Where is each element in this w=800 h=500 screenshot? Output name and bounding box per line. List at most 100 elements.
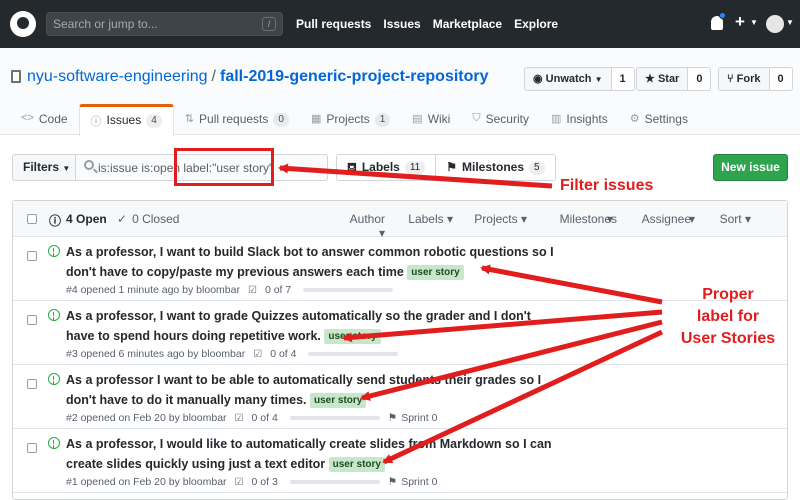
checklist-icon: ☑: [253, 348, 263, 360]
watch-group: ◉ Unwatch ▼ 1: [524, 67, 635, 91]
menu-label: Author: [349, 212, 385, 226]
annotation-line: User Stories: [680, 330, 776, 347]
star-button[interactable]: ★ Star: [636, 67, 689, 91]
repo-separator: /: [211, 68, 216, 85]
tab-issues[interactable]: ⓘ Issues 4: [78, 104, 174, 136]
issue-title-text[interactable]: As a professor, I would like to automati…: [66, 437, 552, 471]
search-input[interactable]: [53, 17, 253, 31]
tab-count: 1: [374, 113, 391, 127]
task-progress-bar: [289, 416, 380, 420]
issue-label-badge[interactable]: user story: [310, 393, 367, 408]
star-label: Star: [657, 73, 680, 85]
issue-title-text[interactable]: As a professor I want to be able to auto…: [66, 373, 541, 407]
issue-meta-text: #2 opened on Feb 20 by bloombar: [66, 412, 227, 424]
menu-label: Labels: [408, 212, 444, 226]
search-shortcut-key: /: [262, 17, 276, 31]
issue-milestone[interactable]: ⚑ Sprint 0: [388, 412, 438, 424]
tab-projects[interactable]: ▦ Projects 1: [300, 104, 401, 135]
repo-owner-link[interactable]: nyu-software-engineering: [27, 68, 208, 85]
global-search[interactable]: /: [46, 12, 283, 36]
code-icon: <>: [21, 112, 34, 124]
nav-marketplace[interactable]: Marketplace: [433, 17, 502, 31]
tag-icon: ⛾: [347, 160, 357, 174]
repo-tabs: <> Code ⓘ Issues 4 ⇅ Pull requests 0 ▦ P…: [10, 104, 699, 136]
chevron-down-icon: ▼: [786, 18, 794, 27]
menu-label: Milestones: [559, 212, 617, 226]
task-progress-bar: [303, 288, 394, 292]
book-icon: ▤: [412, 113, 423, 125]
tab-pull-requests[interactable]: ⇅ Pull requests 0: [174, 104, 300, 135]
tab-settings[interactable]: ⚙ Settings: [619, 104, 699, 135]
issue-title-text[interactable]: As a professor, I want to grade Quizzes …: [66, 309, 531, 343]
issue-checkbox[interactable]: [27, 315, 37, 325]
new-issue-button[interactable]: New issue: [713, 154, 788, 181]
issue-opened-icon: [48, 437, 60, 449]
select-all-checkbox[interactable]: [27, 214, 37, 224]
filters-button[interactable]: Filters ▼: [12, 154, 76, 181]
tab-code[interactable]: <> Code: [10, 104, 79, 135]
tab-label: Wiki: [427, 112, 451, 126]
task-progress-text: 0 of 4: [270, 348, 297, 360]
issue-opened-icon: [48, 245, 60, 257]
fork-icon: ⑂: [727, 73, 734, 85]
milestone-label: Sprint 0: [401, 412, 438, 424]
labels-link[interactable]: ⛾ Labels 11: [337, 155, 435, 180]
annotation-line: label for: [696, 308, 760, 325]
issue-label-badge[interactable]: user story: [407, 265, 464, 280]
tab-label: Insights: [566, 112, 608, 126]
github-logo-icon[interactable]: [10, 11, 36, 37]
issue-meta-text: #3 opened 6 minutes ago by bloombar: [66, 348, 246, 360]
repo-name-link[interactable]: fall-2019-generic-project-repository: [220, 68, 489, 85]
issue-title[interactable]: As a professor, I want to grade Quizzes …: [66, 306, 556, 346]
open-issues-filter[interactable]: ⓘ 4 Open: [49, 212, 107, 229]
annotation-line: Proper: [702, 286, 754, 303]
checklist-icon: ☑: [247, 284, 257, 296]
tab-wiki[interactable]: ▤ Wiki: [401, 104, 461, 135]
sort-menu[interactable]: Sort ▾: [695, 212, 751, 240]
open-count-label: 4 Open: [66, 212, 107, 226]
chevron-down-icon: ▼: [750, 18, 758, 27]
nav-issues[interactable]: Issues: [383, 17, 420, 31]
issue-row[interactable]: As a professor, I would like to automati…: [13, 429, 787, 493]
user-avatar[interactable]: [766, 15, 784, 33]
issue-meta: #1 opened on Feb 20 by bloombar ☑ 0 of 3…: [66, 476, 437, 488]
star-group: ★ Star 0: [636, 67, 712, 91]
unwatch-button[interactable]: ◉ Unwatch ▼: [524, 67, 612, 91]
task-progress-bar: [308, 352, 399, 356]
nav-pull-requests[interactable]: Pull requests: [296, 17, 371, 31]
milestones-menu[interactable]: Milestones ▾: [527, 212, 617, 240]
issue-label-badge[interactable]: user story: [324, 329, 381, 344]
projects-menu[interactable]: Projects ▾: [453, 212, 527, 240]
assignee-menu[interactable]: Assignee ▾: [613, 212, 695, 240]
issue-title-text[interactable]: As a professor, I want to build Slack bo…: [66, 245, 554, 279]
issue-row[interactable]: As a professor I want to be able to auto…: [13, 365, 787, 429]
tab-insights[interactable]: ▥ Insights: [540, 104, 619, 135]
star-count[interactable]: 0: [688, 67, 712, 91]
labels-menu[interactable]: Labels ▾: [385, 212, 453, 240]
tab-security[interactable]: ⛉ Security: [461, 104, 540, 135]
fork-button[interactable]: ⑂ Fork: [718, 67, 770, 91]
fork-count[interactable]: 0: [769, 67, 793, 91]
task-progress-text: 0 of 4: [251, 412, 278, 424]
issue-label-badge[interactable]: user story: [328, 457, 385, 472]
issue-checkbox[interactable]: [27, 251, 37, 261]
labels-milestones-group: ⛾ Labels 11 ⚑ Milestones 5: [336, 154, 556, 181]
author-menu[interactable]: Author ▾: [341, 212, 385, 240]
issue-title[interactable]: As a professor, I want to build Slack bo…: [66, 242, 556, 282]
watch-count[interactable]: 1: [611, 67, 635, 91]
issue-title[interactable]: As a professor, I would like to automati…: [66, 434, 556, 474]
menu-label: Assignee: [641, 212, 692, 226]
check-icon: ✓: [117, 212, 128, 226]
create-new-plus-icon[interactable]: +: [735, 12, 745, 32]
closed-issues-filter[interactable]: ✓ 0 Closed: [117, 212, 179, 226]
milestones-link[interactable]: ⚑ Milestones 5: [435, 155, 554, 180]
nav-explore[interactable]: Explore: [514, 17, 558, 31]
issue-title[interactable]: As a professor I want to be able to auto…: [66, 370, 556, 410]
issue-milestone[interactable]: ⚑ Sprint 0: [388, 476, 438, 488]
issue-checkbox[interactable]: [27, 443, 37, 453]
issue-checkbox[interactable]: [27, 379, 37, 389]
filters-label: Filters: [23, 160, 60, 174]
issue-opened-icon: ⓘ: [49, 214, 62, 228]
tab-label: Pull requests: [199, 112, 269, 126]
fork-group: ⑂ Fork 0: [718, 67, 793, 91]
